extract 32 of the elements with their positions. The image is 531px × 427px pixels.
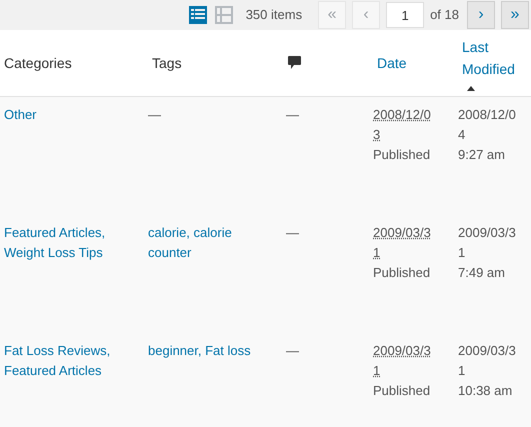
modified-time: 10:38 am: [458, 382, 512, 400]
comment-count: —: [286, 343, 299, 358]
comment-count: —: [286, 107, 299, 122]
item-count: 350 items: [246, 6, 302, 24]
modified-date: 2008/12/04: [458, 106, 517, 144]
post-date: 2008/12/03: [373, 106, 432, 144]
post-date: 2009/03/31: [373, 342, 432, 380]
post-status: Published: [373, 382, 430, 400]
modified-time: 7:49 am: [458, 264, 505, 282]
modified-date: 2009/03/31: [458, 224, 517, 262]
last-page-button[interactable]: »: [501, 1, 529, 29]
category-links[interactable]: Fat Loss Reviews, Featured Articles: [4, 341, 134, 381]
post-status: Published: [373, 146, 430, 164]
column-header[interactable]: Last Modified: [462, 36, 531, 80]
modified-date: 2009/03/31: [458, 342, 517, 380]
category-links[interactable]: Other: [4, 105, 134, 125]
column-header: Categories: [4, 54, 73, 73]
category-links[interactable]: Featured Articles, Weight Loss Tips: [4, 223, 134, 263]
comment-icon: [288, 56, 301, 70]
list-view-icon[interactable]: [188, 5, 208, 25]
modified-time: 9:27 am: [458, 146, 505, 164]
page-field[interactable]: 1: [386, 2, 424, 28]
column-header[interactable]: Date: [377, 52, 458, 74]
tag-links[interactable]: beginner, Fat loss: [148, 341, 278, 361]
post-date: 2009/03/31: [373, 224, 432, 262]
post-status: Published: [373, 264, 430, 282]
column-header: Tags: [152, 54, 183, 73]
next-page-button[interactable]: ›: [467, 1, 495, 29]
page-total: of 18: [430, 6, 459, 24]
tag-links[interactable]: —: [148, 105, 278, 125]
comment-count: —: [286, 225, 299, 240]
tag-links[interactable]: calorie, calorie counter: [148, 223, 278, 263]
